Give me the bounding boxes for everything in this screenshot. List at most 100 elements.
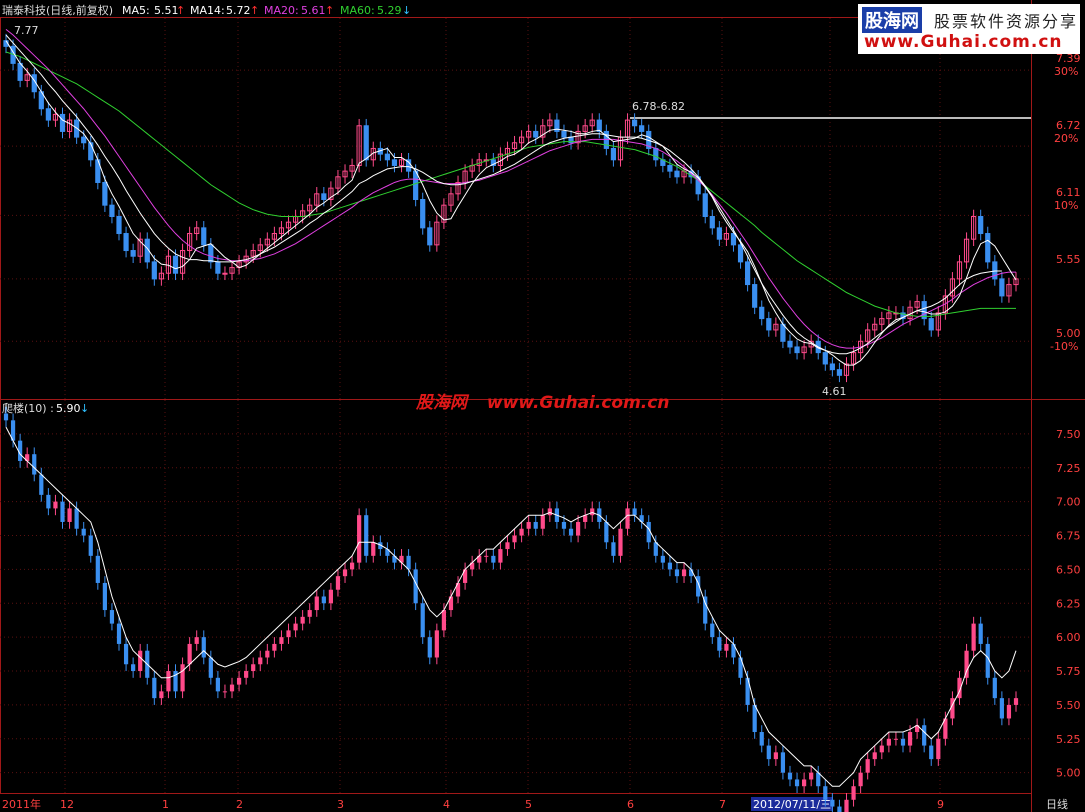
indicator-bar bbox=[703, 596, 708, 624]
indicator-bar bbox=[992, 677, 997, 699]
indicator-bar bbox=[900, 738, 906, 746]
indicator-bar bbox=[3, 413, 9, 421]
ma20-line bbox=[5, 28, 1016, 349]
indicator-bar bbox=[710, 623, 715, 638]
candle-body bbox=[978, 216, 984, 235]
indicator-bar bbox=[590, 508, 595, 516]
lower-legend: 爬楼(10) : 5.90 ↓ bbox=[2, 401, 89, 415]
indicator-bar bbox=[39, 474, 44, 495]
candle-body bbox=[116, 216, 122, 235]
axis-pct: 10% bbox=[1054, 199, 1078, 212]
candle-body bbox=[610, 147, 617, 161]
logo-tagline: 股票软件资源分享 bbox=[934, 12, 1079, 31]
axis-value: 7.00 bbox=[1056, 496, 1081, 509]
indicator-bar bbox=[46, 494, 51, 509]
candle-body bbox=[985, 233, 991, 263]
indicator-arrow: ↓ bbox=[80, 402, 89, 415]
indicator-bar bbox=[251, 664, 256, 672]
date-tick: 7 bbox=[719, 798, 726, 811]
indicator-bar bbox=[95, 555, 100, 583]
ma60-value: 5.29 bbox=[377, 4, 402, 17]
indicator-bar bbox=[844, 799, 849, 812]
indicator-bar bbox=[575, 521, 581, 536]
indicator-bar bbox=[794, 779, 800, 787]
candle-body bbox=[794, 346, 800, 354]
candle-body bbox=[151, 261, 157, 280]
logo-url: www.Guhai.com.cn bbox=[864, 32, 1063, 52]
axis-value: 6.50 bbox=[1056, 563, 1081, 576]
indicator-bar bbox=[258, 657, 263, 665]
ma60-line bbox=[5, 51, 1016, 317]
upper-price-axis: 7.39 30% 6.72 20% 6.11 10% 5.55 5.00 -10… bbox=[1050, 52, 1081, 353]
price-plot bbox=[3, 28, 1019, 383]
indicator-bar bbox=[907, 732, 913, 746]
candle-body bbox=[363, 125, 369, 161]
watermark: 股海网 www.Guhai.com.cn bbox=[416, 388, 683, 413]
indicator-bar bbox=[201, 637, 206, 658]
indicator-bar bbox=[53, 501, 58, 509]
indicator-bar bbox=[180, 664, 185, 692]
candle-body bbox=[822, 352, 828, 365]
candle-body bbox=[709, 216, 715, 229]
indicator-bar bbox=[342, 569, 348, 577]
site-logo: 股海网 股票软件资源分享 www.Guhai.com.cn bbox=[858, 4, 1080, 54]
indicator-bar bbox=[321, 596, 326, 604]
candle-body bbox=[752, 284, 758, 308]
axis-price: 5.55 bbox=[1056, 253, 1081, 266]
candle-body bbox=[59, 113, 66, 132]
candle-body bbox=[222, 272, 228, 275]
candle-body bbox=[17, 62, 23, 81]
indicator-bar bbox=[152, 677, 157, 699]
indicator-bar bbox=[60, 501, 65, 522]
axis-pct: 30% bbox=[1054, 65, 1078, 78]
candle-body bbox=[702, 193, 708, 218]
indicator-bar bbox=[441, 610, 447, 631]
period-label[interactable]: 日线 bbox=[1046, 797, 1068, 811]
candle-body bbox=[766, 318, 772, 331]
indicator-bar bbox=[138, 650, 143, 672]
indicator-bar bbox=[279, 637, 284, 644]
candle-body bbox=[384, 153, 391, 161]
indicator-bar bbox=[208, 657, 213, 678]
candle-body bbox=[88, 142, 94, 161]
axis-value: 5.25 bbox=[1056, 733, 1081, 746]
indicator-bar bbox=[215, 677, 220, 692]
indicator-bar bbox=[335, 576, 341, 590]
indicator-bar bbox=[328, 589, 333, 604]
ma14-line bbox=[5, 34, 1002, 355]
indicator-bar bbox=[286, 630, 291, 638]
indicator-bar bbox=[434, 630, 439, 658]
candle-body bbox=[123, 233, 129, 252]
date-axis: 2011年 12 1 2 3 4 5 6 7 2012/07/11/三 9 日线 bbox=[2, 797, 1068, 811]
candle-body bbox=[81, 136, 87, 144]
indicator-bar bbox=[314, 596, 319, 611]
candle-body bbox=[603, 130, 609, 149]
indicator-bar bbox=[484, 555, 489, 557]
candle-body bbox=[667, 164, 673, 172]
axis-value: 7.50 bbox=[1056, 428, 1081, 441]
indicator-bar bbox=[88, 535, 93, 556]
indicator-bar bbox=[300, 616, 305, 624]
date-tick: 9 bbox=[937, 798, 944, 811]
indicator-bar bbox=[802, 779, 807, 787]
candle-body bbox=[787, 340, 793, 348]
indicator-bar bbox=[222, 691, 228, 693]
candle-body bbox=[413, 170, 419, 200]
indicator-bar bbox=[618, 528, 623, 556]
candle-body bbox=[201, 227, 207, 246]
indicator-value: 5.90 bbox=[56, 402, 81, 415]
indicator-bar bbox=[547, 508, 552, 516]
indicator-bar bbox=[681, 569, 687, 577]
cursor-date: 2012/07/11/三 bbox=[753, 798, 831, 811]
stock-title: 瑞泰科技(日线,前复权) bbox=[2, 3, 113, 17]
watermark-url: www.Guhai.com.cn bbox=[486, 393, 670, 413]
candle-body bbox=[745, 261, 751, 286]
climb10-line bbox=[5, 426, 1017, 787]
indicator-bar bbox=[872, 752, 877, 760]
indicator-bar bbox=[1006, 704, 1012, 719]
date-tick: 6 bbox=[627, 798, 634, 811]
candle-body bbox=[596, 119, 602, 132]
indicator-bar bbox=[131, 664, 136, 672]
candle-body bbox=[999, 278, 1005, 297]
candle-body bbox=[45, 108, 51, 121]
